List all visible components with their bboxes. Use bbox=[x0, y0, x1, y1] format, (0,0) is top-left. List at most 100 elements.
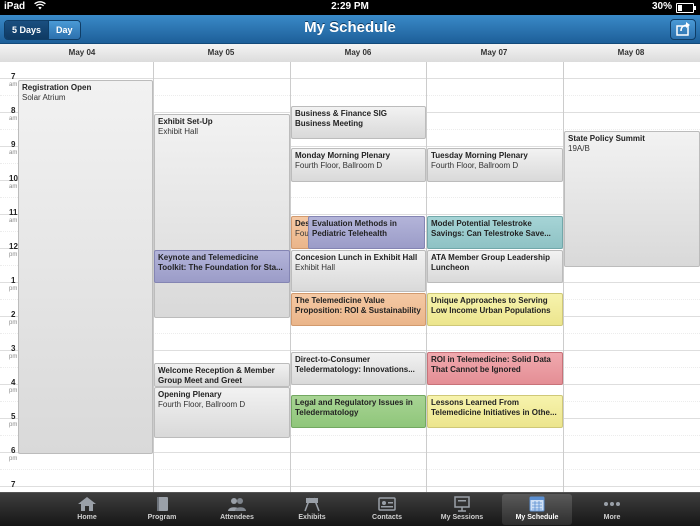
tab-label: Exhibits bbox=[298, 514, 326, 521]
event-title: Direct-to-Consumer Teledermatology: Inno… bbox=[295, 355, 415, 374]
event-title: State Policy Summit bbox=[568, 134, 645, 143]
hour-ampm: pm bbox=[9, 354, 18, 360]
event-location: Fourth Floor, Ballroom D bbox=[158, 400, 246, 409]
home-icon bbox=[78, 497, 96, 511]
hour-ampm: pm bbox=[9, 252, 18, 258]
status-bar: iPad 2:29 PM 30% bbox=[0, 0, 700, 15]
event-welcome-reception[interactable]: Welcome Reception & Member Group Meet an… bbox=[154, 363, 290, 387]
event-title: Unique Approaches to Serving Low Income … bbox=[431, 296, 551, 315]
event-location: Exhibit Hall bbox=[295, 263, 336, 272]
hour-ampm: am bbox=[9, 82, 18, 88]
half-hour-line bbox=[0, 469, 700, 470]
event-title: Welcome Reception & Member Group Meet an… bbox=[158, 366, 275, 385]
hour-label: 12 bbox=[9, 242, 18, 251]
page-title: My Schedule bbox=[304, 19, 396, 36]
tab-label: Home bbox=[77, 514, 97, 521]
hour-label: 8 bbox=[11, 106, 16, 115]
contact-card-icon bbox=[378, 497, 396, 511]
day-label-may-06: May 06 bbox=[344, 48, 372, 57]
hour-label: 1 bbox=[11, 276, 16, 285]
hour-ampm: pm bbox=[9, 286, 18, 292]
people-icon bbox=[228, 498, 246, 511]
tab-bar: Home Program Attendees Exhibits Contacts… bbox=[0, 492, 700, 526]
calendar-icon bbox=[529, 496, 545, 512]
ellipsis-icon bbox=[604, 502, 620, 506]
event-title: Legal and Regulatory Issues in Telederma… bbox=[295, 398, 413, 417]
event-business-finance-sig[interactable]: Business & Finance SIG Business Meeting bbox=[291, 106, 426, 139]
tab-exhibits[interactable]: Exhibits bbox=[277, 494, 347, 525]
hour-label: 5 bbox=[11, 412, 16, 421]
hour-label: 9 bbox=[11, 140, 16, 149]
hour-label: 7 bbox=[11, 72, 16, 81]
hour-ampm: pm bbox=[9, 456, 18, 462]
hour-ampm: pm bbox=[9, 320, 18, 326]
event-opening-plenary[interactable]: Opening Plenary Fourth Floor, Ballroom D bbox=[154, 387, 290, 438]
event-title: Business & Finance SIG Business Meeting bbox=[295, 109, 388, 128]
tab-more[interactable]: More bbox=[577, 494, 647, 525]
event-telemedicine-value-proposition[interactable]: The Telemedicine Value Proposition: ROI … bbox=[291, 293, 426, 326]
event-registration-open[interactable]: Registration Open Solar Atrium bbox=[18, 80, 153, 454]
event-title: Monday Morning Plenary bbox=[295, 151, 391, 160]
hour-label: 7 bbox=[11, 480, 16, 489]
share-icon bbox=[676, 22, 690, 36]
hour-label: 11 bbox=[9, 208, 18, 217]
event-roi-in-telemedicine[interactable]: ROI in Telemedicine: Solid Data That Can… bbox=[427, 352, 563, 385]
event-direct-to-consumer[interactable]: Direct-to-Consumer Teledermatology: Inno… bbox=[291, 352, 426, 385]
day-label-may-08: May 08 bbox=[617, 48, 645, 57]
event-title: Evaluation Methods in Pediatric Teleheal… bbox=[312, 219, 397, 238]
tab-my-sessions[interactable]: My Sessions bbox=[427, 494, 497, 525]
event-title: Opening Plenary bbox=[158, 390, 222, 399]
event-location: 19A/B bbox=[568, 144, 590, 153]
event-title: Lessons Learned From Telemedicine Initia… bbox=[431, 398, 557, 417]
event-exhibit-set-up[interactable]: Exhibit Set-Up Exhibit Hall bbox=[154, 114, 290, 318]
tab-label: Program bbox=[147, 514, 177, 521]
event-monday-morning-plenary[interactable]: Monday Morning Plenary Fourth Floor, Bal… bbox=[291, 148, 426, 182]
event-title: Concesion Lunch in Exhibit Hall bbox=[295, 253, 418, 262]
tab-attendees[interactable]: Attendees bbox=[202, 494, 272, 525]
event-location: Solar Atrium bbox=[22, 93, 66, 102]
event-title: Registration Open bbox=[22, 83, 92, 92]
event-location: Fourth Floor, Ballroom D bbox=[295, 161, 383, 170]
battery-icon bbox=[676, 3, 696, 13]
tab-program[interactable]: Program bbox=[127, 494, 197, 525]
event-evaluation-methods[interactable]: Evaluation Methods in Pediatric Teleheal… bbox=[308, 216, 425, 249]
schedule-grid[interactable]: 7 am 8 am 9 am 10 am 11 am 12 pm 1 pm 2 … bbox=[0, 62, 700, 492]
hour-ampm: am bbox=[9, 116, 18, 122]
hour-label: 4 bbox=[11, 378, 16, 387]
event-legal-regulatory[interactable]: Legal and Regulatory Issues in Telederma… bbox=[291, 395, 426, 428]
event-title: Tuesday Morning Plenary bbox=[431, 151, 528, 160]
event-lessons-learned[interactable]: Lessons Learned From Telemedicine Initia… bbox=[427, 395, 563, 428]
battery-percent: 30% bbox=[651, 1, 672, 12]
presentation-icon bbox=[454, 496, 470, 512]
hour-ampm: am bbox=[9, 218, 18, 224]
tab-contacts[interactable]: Contacts bbox=[352, 494, 422, 525]
tab-my-schedule[interactable]: My Schedule bbox=[502, 494, 572, 525]
clock: 2:29 PM bbox=[331, 1, 369, 12]
tab-label: My Sessions bbox=[440, 514, 484, 521]
tab-label: More bbox=[603, 514, 621, 521]
event-title: Keynote and Telemedicine Toolkit: The Fo… bbox=[158, 253, 283, 272]
event-ata-luncheon[interactable]: ATA Member Group Leadership Luncheon bbox=[427, 250, 563, 283]
tab-home[interactable]: Home bbox=[52, 494, 122, 525]
tab-label: Attendees bbox=[220, 514, 254, 521]
hour-line bbox=[0, 78, 700, 79]
hour-label: 3 bbox=[11, 344, 16, 353]
share-button[interactable] bbox=[670, 19, 696, 40]
day-label-may-07: May 07 bbox=[480, 48, 508, 57]
day-label-may-05: May 05 bbox=[207, 48, 235, 57]
book-icon bbox=[157, 497, 168, 511]
event-location: Fourth Floor, Ballroom D bbox=[431, 161, 519, 170]
event-tuesday-morning-plenary[interactable]: Tuesday Morning Plenary Fourth Floor, Ba… bbox=[427, 148, 563, 182]
event-title: Exhibit Set-Up bbox=[158, 117, 213, 126]
hour-label: 10 bbox=[9, 174, 18, 183]
hour-line bbox=[0, 486, 700, 487]
event-state-policy-summit[interactable]: State Policy Summit 19A/B bbox=[564, 131, 700, 267]
event-title: The Telemedicine Value Proposition: ROI … bbox=[295, 296, 421, 315]
navigation-bar: 5 Days Day My Schedule bbox=[0, 15, 700, 44]
event-telestroke-savings[interactable]: Model Potential Telestroke Savings: Can … bbox=[427, 216, 563, 249]
event-keynote[interactable]: Keynote and Telemedicine Toolkit: The Fo… bbox=[154, 250, 290, 283]
hour-ampm: am bbox=[9, 150, 18, 156]
hour-label: 2 bbox=[11, 310, 16, 319]
event-unique-approaches[interactable]: Unique Approaches to Serving Low Income … bbox=[427, 293, 563, 326]
event-concession-lunch[interactable]: Concesion Lunch in Exhibit Hall Exhibit … bbox=[291, 250, 426, 292]
